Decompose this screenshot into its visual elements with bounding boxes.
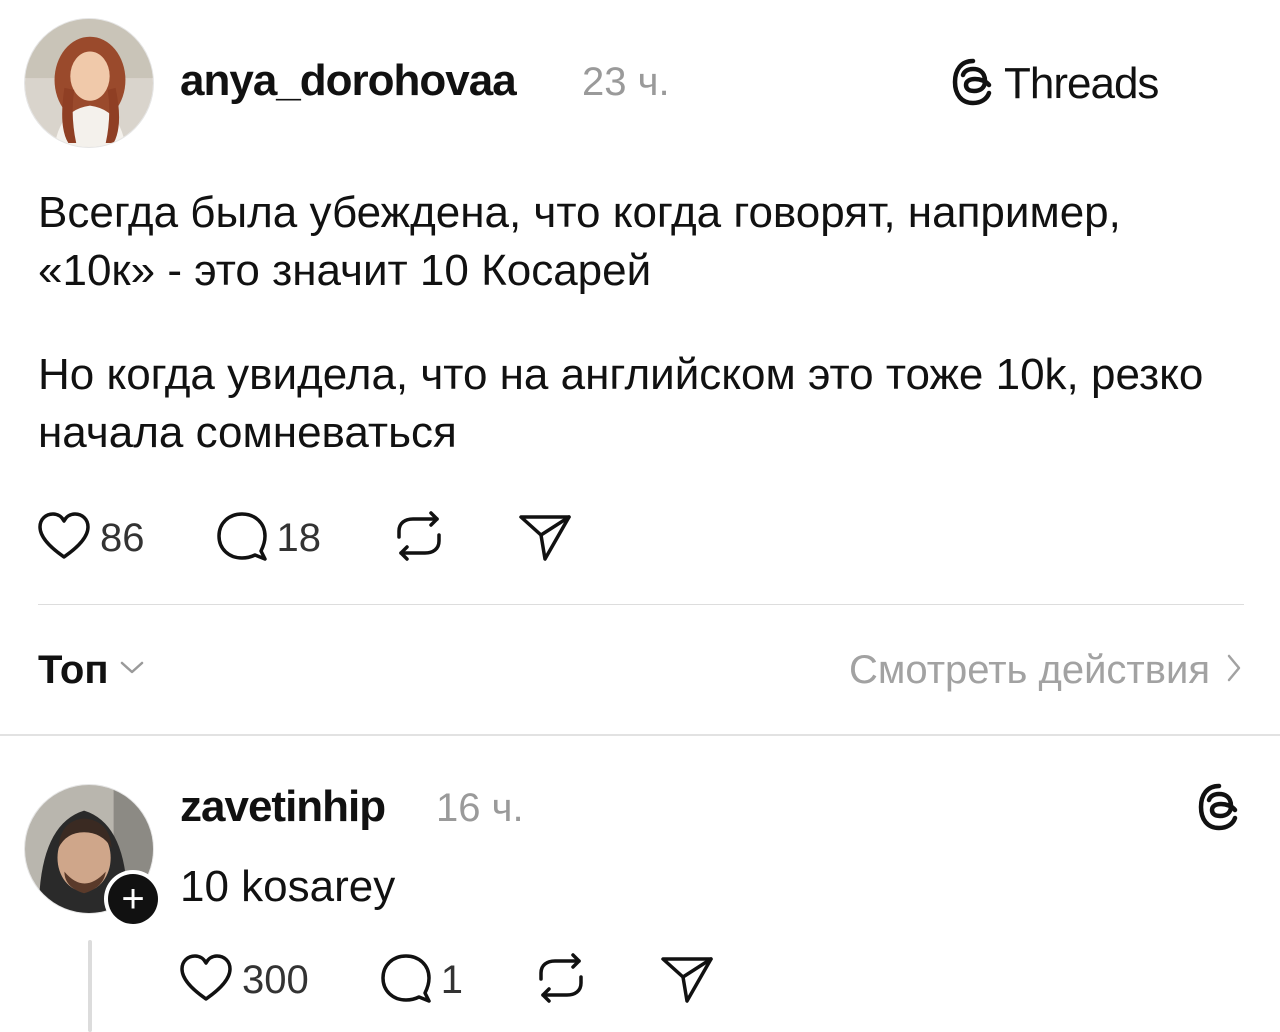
like-count: 86: [100, 515, 145, 560]
section-divider: [0, 734, 1280, 736]
chevron-right-icon: [1226, 653, 1242, 688]
reply-share-button[interactable]: [659, 951, 715, 1010]
follow-button[interactable]: +: [104, 870, 162, 928]
reply-comment-count: 1: [440, 957, 463, 1002]
heart-icon: [36, 510, 92, 567]
like-button[interactable]: 86: [36, 510, 145, 567]
post-divider: [38, 604, 1244, 605]
thread-connector-line: [88, 940, 92, 1032]
reply-like-count: 300: [242, 957, 309, 1002]
view-activity-label: Смотреть действия: [848, 648, 1210, 692]
repost-button[interactable]: [391, 509, 447, 568]
sort-label: Топ: [38, 648, 109, 692]
reply-timestamp: 16 ч.: [436, 786, 524, 830]
heart-icon: [178, 952, 234, 1009]
share-send-icon: [517, 509, 573, 568]
threads-brand-label: Threads: [1004, 59, 1159, 108]
threads-logo-icon[interactable]: [1196, 782, 1242, 837]
reply-repost-button[interactable]: [533, 951, 589, 1010]
reply-like-button[interactable]: 300: [178, 952, 309, 1009]
post-timestamp: 23 ч.: [582, 60, 670, 104]
threads-brand-link[interactable]: Threads: [950, 56, 1159, 112]
repost-icon: [391, 509, 447, 568]
reply-action-bar: 300 1: [178, 950, 715, 1010]
chevron-down-icon: [119, 660, 145, 681]
view-activity-link[interactable]: Смотреть действия: [849, 648, 1242, 693]
plus-icon: +: [108, 874, 158, 924]
repost-icon: [533, 951, 589, 1010]
author-avatar[interactable]: [24, 18, 154, 148]
comment-count: 18: [276, 515, 322, 560]
author-username[interactable]: anya_dorohovaa: [180, 56, 517, 106]
comment-button[interactable]: 18: [215, 509, 322, 568]
reply-text: 10 kosarey: [180, 862, 396, 911]
comment-bubble-icon: [215, 509, 269, 568]
reply-author-username[interactable]: zavetinhip: [180, 782, 386, 832]
post-paragraph-1: Всегда была убеждена, что когда говорят,…: [38, 188, 1121, 295]
post-paragraph-2: Но когда увидела, что на английском это …: [38, 350, 1204, 457]
author-avatar-photo: [25, 19, 153, 147]
sort-dropdown[interactable]: Топ: [38, 648, 145, 693]
reply-comment-button[interactable]: 1: [379, 951, 463, 1010]
share-button[interactable]: [517, 509, 573, 568]
comment-bubble-icon: [379, 951, 433, 1010]
share-send-icon: [659, 951, 715, 1010]
threads-logo-icon: [950, 57, 996, 112]
post-action-bar: 86 18: [36, 508, 573, 568]
